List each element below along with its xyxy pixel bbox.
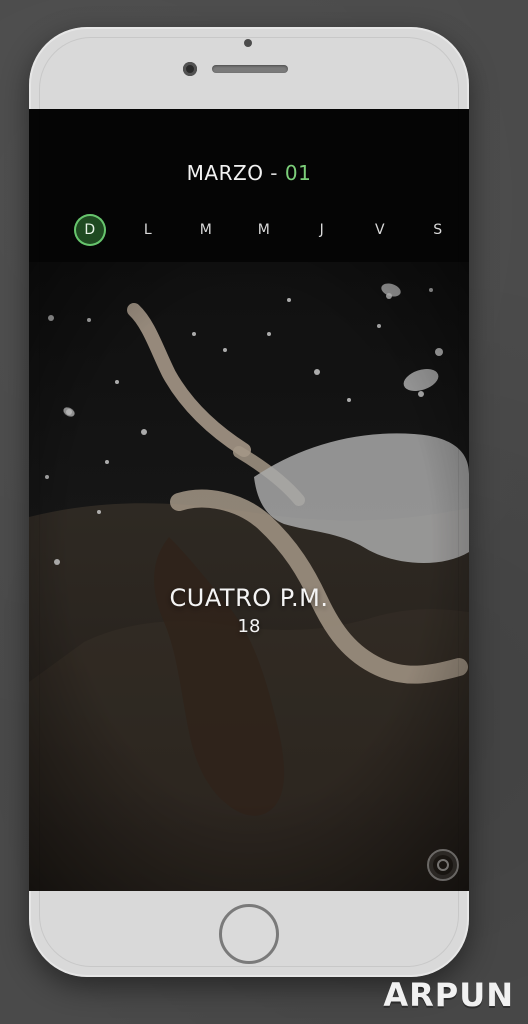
weekday-item-friday[interactable]: V xyxy=(364,214,396,246)
weekday-selector: D L M M J V S xyxy=(74,214,454,246)
time-number: 18 xyxy=(237,616,261,637)
photo-illustration xyxy=(29,262,469,891)
earpiece-speaker xyxy=(212,65,288,73)
front-camera-icon xyxy=(183,62,197,76)
phone-screen: MARZO - 01 D L M M J V S CUATRO P.M. 18 xyxy=(29,109,469,891)
weekday-item-monday[interactable]: L xyxy=(132,214,164,246)
date-separator: - xyxy=(263,161,285,185)
month-label: MARZO xyxy=(186,161,264,185)
date-row: MARZO - 01 xyxy=(29,161,469,185)
weekday-item-sunday[interactable]: D xyxy=(74,214,106,246)
day-number: 01 xyxy=(284,161,312,185)
time-title: CUATRO P.M. xyxy=(169,584,329,612)
weekday-item-saturday[interactable]: S xyxy=(422,214,454,246)
time-overlay: CUATRO P.M. 18 xyxy=(29,584,469,637)
weekday-item-tuesday[interactable]: M xyxy=(190,214,222,246)
background-photo: CUATRO P.M. 18 xyxy=(29,262,469,891)
date-header: MARZO - 01 D L M M J V S xyxy=(29,109,469,263)
weekday-item-wednesday[interactable]: M xyxy=(248,214,280,246)
camera-icon[interactable] xyxy=(427,849,459,881)
top-sensor-dot xyxy=(244,39,252,47)
watermark-logo: ARPUN xyxy=(383,976,514,1014)
phone-frame: MARZO - 01 D L M M J V S CUATRO P.M. 18 xyxy=(29,27,469,977)
weekday-item-thursday[interactable]: J xyxy=(306,214,338,246)
home-button[interactable] xyxy=(219,904,279,964)
